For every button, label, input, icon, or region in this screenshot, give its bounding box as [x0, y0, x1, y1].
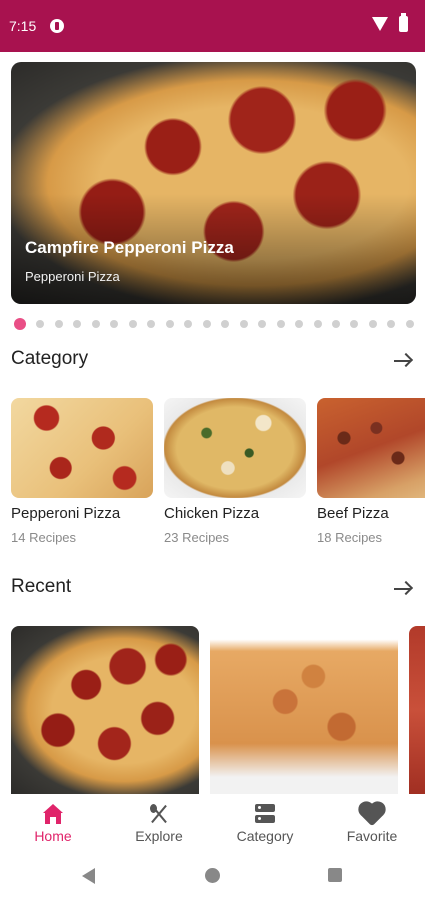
category-name: Chicken Pizza: [164, 505, 260, 522]
recent-recipe-card[interactable]: [210, 626, 398, 794]
recent-recipe-card[interactable]: [11, 626, 199, 794]
carousel-indicator: [14, 318, 414, 330]
hero-recipe-card[interactable]: Campfire Pepperoni Pizza Pepperoni Pizza: [11, 62, 416, 304]
nav-label: Home: [34, 828, 72, 844]
carousel-dot[interactable]: [147, 320, 156, 328]
back-icon[interactable]: [82, 868, 95, 884]
category-name: Pepperoni Pizza: [11, 505, 121, 522]
recents-icon[interactable]: [328, 868, 342, 882]
nav-home[interactable]: Home: [0, 794, 106, 856]
home-icon: [42, 804, 64, 824]
recent-recipe-card[interactable]: [409, 626, 425, 794]
carousel-dot[interactable]: [14, 318, 26, 330]
category-count: 23 Recipes: [164, 530, 230, 545]
hero-title: Campfire Pepperoni Pizza: [25, 238, 234, 257]
carousel-dot[interactable]: [258, 320, 267, 328]
carousel-dot[interactable]: [128, 320, 137, 328]
carousel-dot[interactable]: [36, 320, 45, 328]
carousel-dot[interactable]: [91, 320, 100, 328]
status-time: 7:15: [9, 18, 37, 34]
heart-icon: [360, 803, 384, 827]
wifi-icon: [372, 17, 388, 31]
carousel-dot[interactable]: [331, 320, 340, 328]
category-card-pepperoni[interactable]: [11, 398, 153, 498]
nav-label: Favorite: [346, 828, 398, 844]
carousel-dot[interactable]: [295, 320, 304, 328]
carousel-dot[interactable]: [387, 320, 396, 328]
carousel-dot[interactable]: [276, 320, 285, 328]
carousel-dot[interactable]: [221, 320, 230, 328]
category-see-all-arrow-icon[interactable]: [392, 350, 414, 372]
status-bar: 7:15: [0, 0, 425, 52]
fork-spoon-icon: [148, 804, 170, 824]
carousel-dot[interactable]: [239, 320, 248, 328]
carousel-dot[interactable]: [350, 320, 359, 328]
home-circle-icon[interactable]: [205, 868, 220, 883]
recent-see-all-arrow-icon[interactable]: [392, 578, 414, 600]
carousel-dot[interactable]: [110, 320, 119, 328]
category-card-beef[interactable]: [317, 398, 425, 498]
category-name: Beef Pizza: [317, 505, 389, 522]
carousel-dot[interactable]: [405, 320, 414, 328]
hero-subtitle: Pepperoni Pizza: [25, 269, 120, 284]
battery-icon: [399, 13, 408, 32]
carousel-dot[interactable]: [73, 320, 82, 328]
nav-favorite[interactable]: Favorite: [319, 794, 425, 856]
carousel-dot[interactable]: [313, 320, 322, 328]
nav-category[interactable]: Category: [212, 794, 318, 856]
carousel-dot[interactable]: [54, 320, 63, 328]
carousel-dot[interactable]: [165, 320, 174, 328]
category-icon: [254, 804, 276, 824]
carousel-dot[interactable]: [368, 320, 377, 328]
bottom-navigation: Home Explore Category Favorite: [0, 794, 425, 856]
recent-section-title: Recent: [11, 576, 72, 597]
category-card-chicken[interactable]: [164, 398, 306, 498]
nav-explore[interactable]: Explore: [106, 794, 212, 856]
category-count: 18 Recipes: [317, 530, 383, 545]
system-navigation-bar: [0, 856, 425, 900]
nav-label: Category: [236, 828, 294, 844]
carousel-dot[interactable]: [202, 320, 211, 328]
category-section-title: Category: [11, 348, 89, 369]
carousel-dot[interactable]: [184, 320, 193, 328]
app-notification-icon: [50, 19, 64, 33]
category-count: 14 Recipes: [11, 530, 77, 545]
nav-label: Explore: [135, 828, 183, 844]
